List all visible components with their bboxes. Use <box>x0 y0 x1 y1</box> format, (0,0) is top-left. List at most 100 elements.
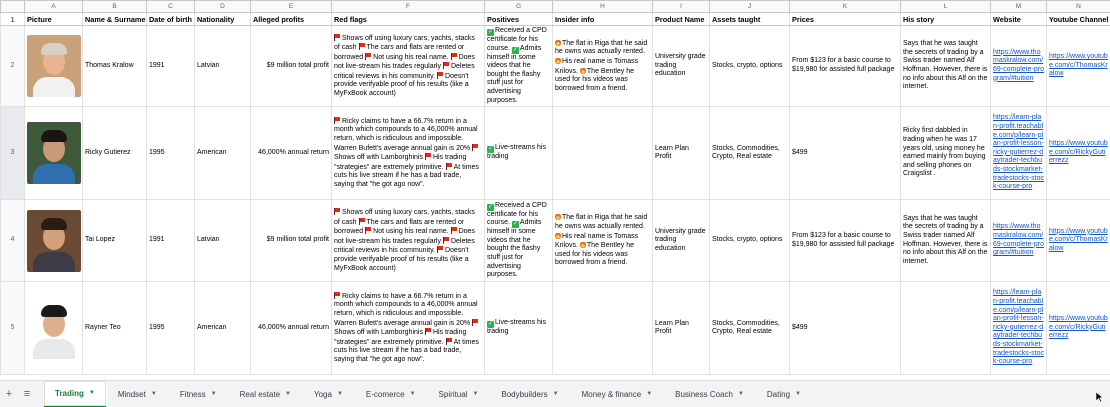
sheet-tab[interactable]: Mindset ▼ <box>107 381 169 407</box>
cell[interactable]: American <box>194 281 251 376</box>
column-header[interactable]: H <box>552 0 653 13</box>
cell[interactable] <box>24 106 83 201</box>
row-header[interactable]: 3 <box>0 106 25 201</box>
cell[interactable]: https://www.youtube.com/c/RickyGutierrez… <box>1046 281 1110 376</box>
column-header[interactable]: A <box>24 0 83 13</box>
caret-down-icon[interactable]: ▼ <box>89 390 95 396</box>
sheet-tab[interactable]: Money & finance ▼ <box>571 381 665 407</box>
header-cell[interactable]: Website <box>990 12 1047 26</box>
row-header[interactable]: 4 <box>0 199 25 283</box>
cell[interactable]: $9 million total profit <box>250 24 332 108</box>
cell[interactable]: 46,000% annual return <box>250 106 332 201</box>
cell[interactable]: From $123 for a basic course to $19,980 … <box>789 24 901 108</box>
cell[interactable]: https://www.thomaskralow.com/69-complete… <box>990 199 1047 283</box>
cell[interactable]: https://www.youtube.com/c/RickyGutierrez… <box>1046 106 1110 201</box>
cell[interactable]: American <box>194 106 251 201</box>
column-header[interactable]: G <box>484 0 553 13</box>
sheet-tab[interactable]: Trading ▼ <box>44 380 107 407</box>
cell[interactable]: https://www.youtube.com/c/ThomasKralow <box>1046 199 1110 283</box>
column-header[interactable]: E <box>250 0 332 13</box>
sheet-tab[interactable]: Real estate ▼ <box>229 381 303 407</box>
youtube-link[interactable]: https://www.youtube.com/c/RickyGutierrez… <box>1049 315 1108 339</box>
cell[interactable]: University grade trading education <box>652 24 710 108</box>
cell[interactable]: https://www.thomaskralow.com/69-complete… <box>990 24 1047 108</box>
row-header[interactable]: 5 <box>0 281 25 376</box>
cell[interactable]: From $123 for a basic course to $19,980 … <box>789 199 901 283</box>
caret-down-icon[interactable]: ▼ <box>553 391 559 397</box>
cell[interactable]: Learn Plan Profit <box>652 281 710 376</box>
cell[interactable]: ✓ Live-streams his trading <box>484 106 553 201</box>
header-cell[interactable]: Positives <box>484 12 553 26</box>
cell[interactable]: Latvian <box>194 199 251 283</box>
sheet-tab[interactable]: E-comerce ▼ <box>355 381 428 407</box>
website-link[interactable]: https://www.thomaskralow.com/69-complete… <box>993 49 1044 82</box>
cell[interactable]: Stocks, crypto, options <box>709 24 790 108</box>
cell[interactable]: 1991 <box>146 24 195 108</box>
cell[interactable] <box>552 281 653 376</box>
header-cell[interactable]: Product Name <box>652 12 710 26</box>
cell[interactable]: 46,000% annual return <box>250 281 332 376</box>
cell[interactable] <box>900 281 991 376</box>
header-cell[interactable]: Red flags <box>331 12 485 26</box>
youtube-link[interactable]: https://www.youtube.com/c/RickyGutierrez… <box>1049 140 1108 164</box>
caret-down-icon[interactable]: ▼ <box>211 391 217 397</box>
cell[interactable]: Rayner Teo <box>82 281 147 376</box>
sheet-tab[interactable]: Business Coach ▼ <box>664 381 756 407</box>
sheet-tab[interactable]: Dating ▼ <box>756 381 813 407</box>
column-header[interactable]: K <box>789 0 901 13</box>
column-header[interactable]: D <box>194 0 251 13</box>
caret-down-icon[interactable]: ▼ <box>472 391 478 397</box>
header-cell[interactable]: Insider info <box>552 12 653 26</box>
cell[interactable]: ✓ Live-streams his trading <box>484 281 553 376</box>
caret-down-icon[interactable]: ▼ <box>285 391 291 397</box>
cell[interactable]: Says that he was taught the secrets of t… <box>900 24 991 108</box>
cell[interactable]: Stocks, Commodities, Crypto, Real estate <box>709 281 790 376</box>
column-header[interactable]: C <box>146 0 195 13</box>
cell[interactable] <box>552 106 653 201</box>
grid-table[interactable]: ABCDEFGHIJKLMN 1 Picture Name & Surname Da… <box>0 0 1110 376</box>
cell[interactable]: Ricky first dabbled in trading when he w… <box>900 106 991 201</box>
cell[interactable]: Stocks, Commodities, Crypto, Real estate <box>709 106 790 201</box>
profile-photo[interactable] <box>27 297 81 360</box>
profile-photo[interactable] <box>27 209 81 272</box>
website-link[interactable]: https://www.thomaskralow.com/69-complete… <box>993 223 1044 256</box>
cell[interactable]: Shows off using luxury cars, yachts, sta… <box>331 199 485 283</box>
cell[interactable]: ✓ Received a CPD certificate for his cour… <box>484 24 553 108</box>
caret-down-icon[interactable]: ▼ <box>151 391 157 397</box>
cell[interactable]: The flat in Riga that he said he owns wa… <box>552 24 653 108</box>
caret-down-icon[interactable]: ▼ <box>410 391 416 397</box>
column-header[interactable]: F <box>331 0 485 13</box>
sheet-tab[interactable]: Fitness ▼ <box>169 381 229 407</box>
profile-photo[interactable] <box>27 35 81 98</box>
header-cell[interactable]: Assets taught <box>709 12 790 26</box>
header-cell[interactable]: Youtube Channel <box>1046 12 1110 26</box>
row-header[interactable]: 1 <box>0 12 25 26</box>
header-cell[interactable]: Prices <box>789 12 901 26</box>
cell[interactable]: Stocks, crypto, options <box>709 199 790 283</box>
cell[interactable]: $499 <box>789 281 901 376</box>
column-header[interactable]: I <box>652 0 710 13</box>
caret-down-icon[interactable]: ▼ <box>646 391 652 397</box>
cell[interactable]: Ricky claims to have a 66.7% return in a… <box>331 281 485 376</box>
cell[interactable]: The flat in Riga that he said he owns wa… <box>552 199 653 283</box>
cell[interactable]: Shows off using luxury cars, yachts, sta… <box>331 24 485 108</box>
sheet-tab[interactable]: Spiritual ▼ <box>428 381 491 407</box>
cell[interactable]: 1991 <box>146 199 195 283</box>
caret-down-icon[interactable]: ▼ <box>738 391 744 397</box>
cell[interactable]: ✓ Received a CPD certificate for his cour… <box>484 199 553 283</box>
spreadsheet-grid[interactable]: ABCDEFGHIJKLMN 1 Picture Name & Surname Da… <box>0 0 1110 380</box>
youtube-link[interactable]: https://www.youtube.com/c/ThomasKralow <box>1049 53 1108 77</box>
header-cell[interactable]: Name & Surname <box>82 12 147 26</box>
youtube-link[interactable]: https://www.youtube.com/c/ThomasKralow <box>1049 228 1108 252</box>
header-cell[interactable]: Alleged profits <box>250 12 332 26</box>
cell[interactable]: Ricky claims to have a 66.7% return in a… <box>331 106 485 201</box>
cell[interactable]: Learn Plan Profit <box>652 106 710 201</box>
cell[interactable] <box>24 199 83 283</box>
sheet-tab[interactable]: Bodybuilders ▼ <box>490 381 570 407</box>
column-header[interactable]: B <box>82 0 147 13</box>
cell[interactable]: Tai Lopez <box>82 199 147 283</box>
header-cell[interactable]: Nationality <box>194 12 251 26</box>
cell[interactable]: Thomas Kralow <box>82 24 147 108</box>
profile-photo[interactable] <box>27 122 81 185</box>
column-header[interactable]: M <box>990 0 1047 13</box>
